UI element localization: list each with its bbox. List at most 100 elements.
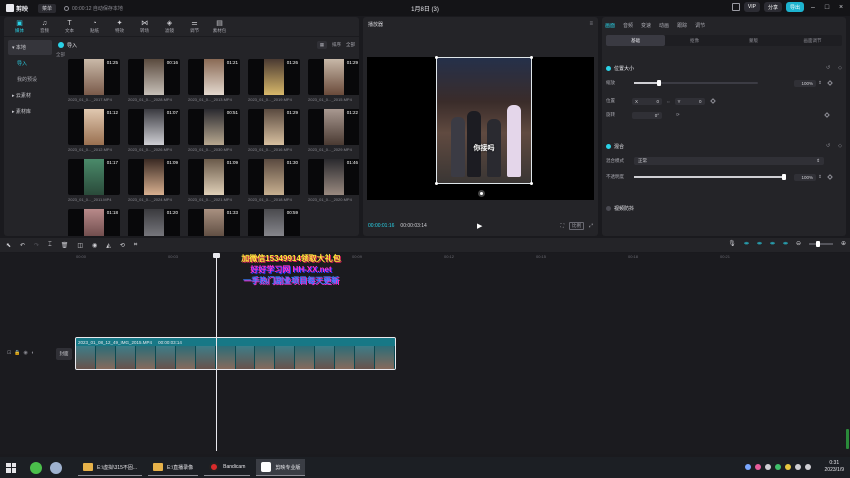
clip-thumbnail[interactable]: 01:07 [128, 109, 180, 145]
scale-slider[interactable] [634, 80, 758, 86]
layout-icon[interactable] [731, 3, 740, 11]
tool-tab-7[interactable]: ⚌ 调节 [182, 17, 207, 36]
rotate-handle-icon[interactable] [478, 190, 485, 197]
eye-icon[interactable]: ◉ [23, 350, 27, 356]
checkbox-icon[interactable] [606, 205, 611, 211]
link-icon[interactable]: ⇔ [666, 99, 671, 104]
reset-icon[interactable]: ↺ [826, 143, 830, 149]
media-clip[interactable]: 01:09 2023_01_0..._2024.MP4 [128, 159, 180, 204]
media-clip[interactable]: 00:51 2023_01_0..._2030.MP4 [188, 109, 240, 154]
sidebar-item[interactable]: ▸ 云素材 [8, 88, 52, 103]
rotate-icon[interactable]: ⟳ [676, 112, 680, 118]
clip-thumbnail[interactable]: 01:26 [248, 59, 300, 95]
rotate-value[interactable]: 0° [632, 111, 662, 119]
keyframe-icon[interactable] [826, 174, 833, 180]
resize-handle[interactable] [530, 56, 533, 59]
fullscreen-crop-icon[interactable]: ⛶ [560, 223, 564, 229]
zoom-in-icon[interactable]: ⊕ [841, 240, 846, 247]
media-clip[interactable]: 01:25 2023_01_0..._2017.MP4 [68, 59, 120, 104]
filter-dropdown[interactable]: 全部 [346, 42, 355, 48]
tool-tab-4[interactable]: ✦ 特效 [107, 17, 132, 36]
clip-thumbnail[interactable]: 01:09 [188, 159, 240, 195]
playhead[interactable] [216, 253, 217, 451]
app-green-icon[interactable] [30, 461, 42, 474]
network-icon[interactable] [794, 464, 801, 470]
property-subtab[interactable]: 画面调节 [783, 35, 842, 46]
stepper-icon[interactable]: ⇕ [818, 174, 822, 180]
media-clip[interactable]: 01:30 2023_01_0..._2018.MP4 [248, 159, 300, 204]
scrollbar[interactable] [846, 429, 849, 449]
sidebar-item[interactable]: ▾ 本地 [8, 40, 52, 55]
clip-thumbnail[interactable]: 01:30 [248, 159, 300, 195]
cover-button[interactable]: 封面 [56, 348, 72, 360]
tool-tab-2[interactable]: T 文本 [57, 17, 82, 36]
magnet-icon[interactable]: ⇹ [744, 240, 749, 247]
opacity-slider[interactable] [634, 174, 786, 180]
snap-icon[interactable]: ⇹ [783, 240, 788, 247]
media-clip[interactable]: 01:20 [128, 209, 180, 236]
clip-thumbnail[interactable]: 01:12 [68, 109, 120, 145]
mute-icon[interactable]: ◖ [31, 350, 34, 356]
tray-icon[interactable] [784, 464, 791, 470]
share-button[interactable]: 分享 [763, 2, 782, 12]
windows-start-icon[interactable] [6, 462, 16, 473]
tool-tab-0[interactable]: ▣ 媒体 [7, 17, 32, 36]
media-clip[interactable]: 01:21 2023_01_0..._2013.MP4 [188, 59, 240, 104]
checkbox-icon[interactable] [606, 143, 611, 149]
zoom-slider[interactable] [808, 240, 833, 247]
tray-icon[interactable] [744, 464, 751, 470]
minimize-icon[interactable]: – [808, 4, 818, 11]
clip-thumbnail[interactable]: 01:29 [308, 59, 359, 95]
media-clip[interactable]: 01:09 2023_01_0..._2021.MP4 [188, 159, 240, 204]
taskbar-item[interactable]: E:\虚拟\315不固... [78, 459, 143, 476]
property-tab[interactable]: 跟踪 [677, 22, 687, 29]
media-clip[interactable]: 01:22 2023_01_0..._2029.MP4 [308, 109, 359, 154]
select-tool-icon[interactable]: ⬉ [6, 242, 11, 249]
undo-icon[interactable]: ↶ [20, 242, 25, 249]
clip-thumbnail[interactable]: 01:33 [188, 209, 240, 236]
sidebar-item[interactable]: 导入 [8, 56, 52, 71]
tool-tab-8[interactable]: ▤ 素材包 [207, 17, 232, 36]
property-tab[interactable]: 动画 [659, 22, 669, 29]
ratio-button[interactable]: 比例 [568, 222, 584, 230]
resize-handle[interactable] [435, 182, 438, 185]
expand-icon[interactable]: ⤢ [589, 223, 593, 229]
clip-thumbnail[interactable]: 01:17 [68, 159, 120, 195]
tray-icon[interactable] [764, 464, 771, 470]
media-clip[interactable]: 01:29 2023_01_0..._2016.MP4 [248, 109, 300, 154]
rotate-tool-icon[interactable]: ⟲ [120, 242, 125, 249]
clip-thumbnail[interactable]: 01:46 [308, 159, 359, 195]
sort-button[interactable]: 排序 [332, 42, 341, 48]
clip-thumbnail[interactable]: 00:59 [248, 209, 300, 236]
checkbox-icon[interactable] [606, 65, 611, 71]
clip-thumbnail[interactable]: 01:18 [68, 209, 120, 236]
media-clip[interactable]: 00:16 2023_01_0..._2028.MP4 [128, 59, 180, 104]
sidebar-item[interactable]: ▸ 素材库 [8, 104, 52, 119]
track-settings-icon[interactable]: ⊡ [7, 350, 11, 356]
sidebar-item[interactable]: 我的预设 [8, 72, 52, 87]
maximize-icon[interactable]: □ [822, 4, 832, 11]
clip-thumbnail[interactable]: 00:51 [188, 109, 240, 145]
time-ruler[interactable]: 00:00 00:03 00:06 00:09 00:12 00:15 00:18 00:21 [76, 253, 844, 261]
blend-mode-select[interactable]: 正常 ⇕ [634, 157, 824, 165]
media-clip[interactable]: 01:46 2023_01_0..._2020.MP4 [308, 159, 359, 204]
view-toggle[interactable]: ▦ [316, 41, 327, 49]
vip-button[interactable]: VIP [743, 2, 760, 12]
scale-value[interactable]: 100% [794, 79, 816, 87]
resize-handle[interactable] [435, 56, 438, 59]
import-button[interactable]: 导入 [58, 42, 77, 49]
microphone-icon[interactable]: 🎙 [728, 240, 736, 247]
freeze-icon[interactable]: ◫ [77, 242, 83, 249]
pos-x-field[interactable]: X0 [632, 97, 662, 105]
video-clip[interactable]: 2023_01_08_12_49_IMG_2015.MP4 00:00:03:1… [75, 337, 396, 370]
media-clip[interactable]: 01:12 2023_01_0..._2012.MP4 [68, 109, 120, 154]
tool-tab-5[interactable]: ⋈ 转场 [132, 17, 157, 36]
clip-thumbnail[interactable]: 01:20 [128, 209, 180, 236]
keyframe-icon[interactable] [826, 80, 833, 86]
redo-icon[interactable]: ↷ [34, 242, 39, 249]
keyframe-icon[interactable]: ◇ [838, 65, 842, 71]
stepper-icon[interactable]: ⇕ [818, 80, 822, 86]
property-subtab[interactable]: 基础 [606, 35, 665, 46]
tool-tab-6[interactable]: ◈ 滤镜 [157, 17, 182, 36]
taskbar-item[interactable]: 剪映专业版 [256, 459, 306, 476]
